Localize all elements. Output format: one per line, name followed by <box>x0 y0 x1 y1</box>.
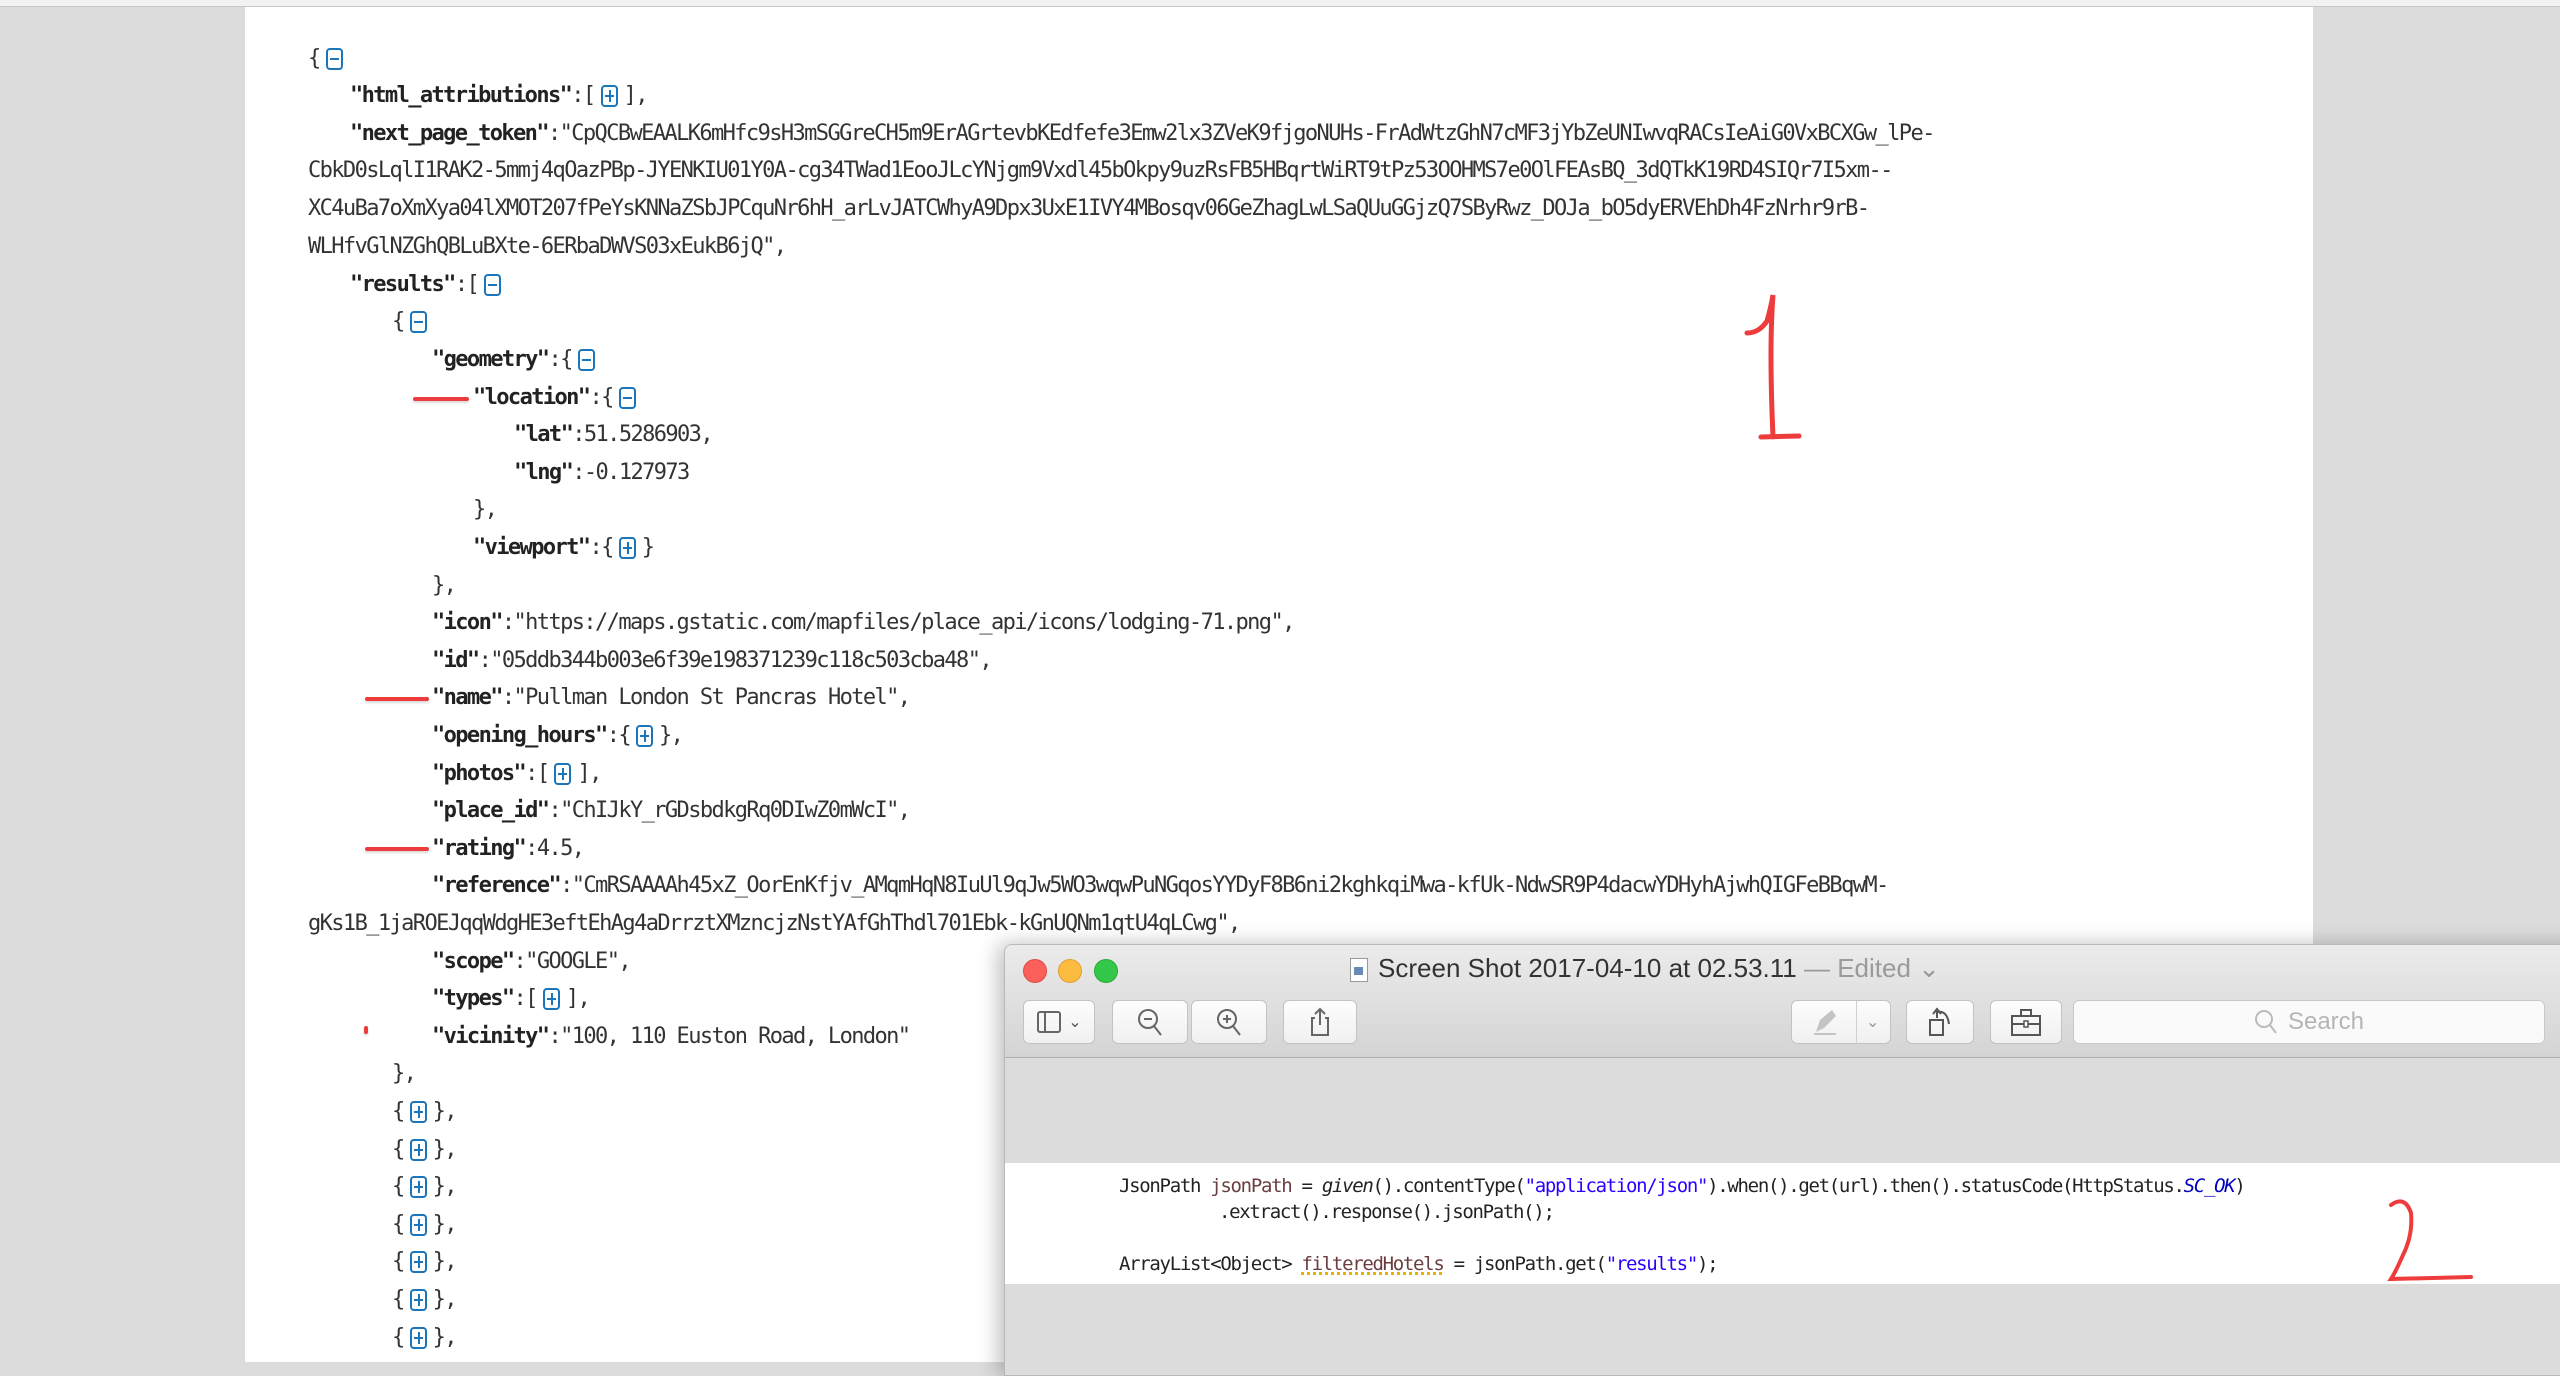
annotation-number-one <box>1744 294 1802 440</box>
chevron-down-icon[interactable]: ⌄ <box>1911 953 1940 983</box>
json-result-item-open: { <box>392 303 433 340</box>
preview-titlebar[interactable]: Screen Shot 2017-04-10 at 02.53.11 — Edi… <box>1005 945 2560 1058</box>
expand-opening-hours-toggle[interactable] <box>635 725 653 747</box>
json-collapsed-result-item: {}, <box>392 1324 458 1350</box>
json-next-page-token-line: "next_page_token":"CpQCBwEAALK6mHfc9sH3m… <box>350 121 1935 146</box>
json-lat-line: "lat":51.5286903, <box>514 422 714 447</box>
json-root-line: { <box>308 40 349 77</box>
expand-result-item-toggle[interactable] <box>409 1289 427 1311</box>
highlight-mark-location <box>413 397 469 401</box>
collapse-result-item-toggle[interactable] <box>409 311 427 333</box>
json-token-continuation-2: XC4uBa7oXmXya04lXMOT207fPeYsKNNaZSbJPCqu… <box>308 196 1870 221</box>
highlight-mark-name <box>365 697 429 701</box>
json-types-line: "types":[], <box>432 986 591 1011</box>
markup-chevron-icon[interactable]: ⌄ <box>1866 1012 1879 1032</box>
collapse-root-toggle[interactable] <box>325 48 343 70</box>
highlight-mark-vicinity <box>364 1026 368 1034</box>
expand-photos-toggle[interactable] <box>554 763 572 785</box>
json-token-continuation-3: WLHfvGlNZGhQBLuBXte-6ERbaDWVS03xEukB6jQ"… <box>308 234 787 259</box>
expand-result-item-toggle[interactable] <box>409 1138 427 1161</box>
json-location-line: "location":{ <box>473 379 642 416</box>
json-id-line: "id":"05ddb344b003e6f39e198371239c118c50… <box>432 648 993 673</box>
json-geometry-line: "geometry":{ <box>432 341 601 378</box>
json-viewport-line: "viewport":{} <box>473 535 655 560</box>
json-photos-line: "photos":[], <box>432 761 602 786</box>
zoom-in-icon <box>1217 1009 1241 1036</box>
code-line-jsonpath: JsonPath jsonPath = given().contentType(… <box>1119 1175 2246 1197</box>
pen-icon <box>1814 1010 1836 1035</box>
zoom-in-button[interactable] <box>1191 1000 1267 1044</box>
search-icon <box>2254 1010 2277 1034</box>
annotation-number-two <box>2387 1199 2473 1282</box>
json-token-continuation-1: CbkD0sLqlI1RAK2-5mmj4qOazPBp-JYENKIU01Y0… <box>308 158 1893 183</box>
toolbox-button[interactable] <box>1990 1000 2062 1044</box>
json-opening-hours-line: "opening_hours":{}, <box>432 723 684 748</box>
rotate-left-icon <box>1929 1007 1950 1036</box>
json-result-item-close: }, <box>392 1061 417 1086</box>
expand-html-attributions-toggle[interactable] <box>600 85 618 107</box>
json-rating-line: "rating":4.5, <box>432 836 585 861</box>
collapse-results-toggle[interactable] <box>484 274 502 296</box>
json-reference-line: "reference":"CmRSAAAAh45xZ_OorEnKfjv_AMq… <box>432 873 1889 898</box>
expand-result-item-toggle[interactable] <box>409 1326 427 1349</box>
json-reference-continuation: gKs1B_1jaROEJqqWdgHE3eftEhAg4aDrrztXMznc… <box>308 911 1241 936</box>
sidebar-icon <box>1037 1011 1062 1033</box>
json-vicinity-line: "vicinity":"100, 110 Euston Road, London… <box>432 1024 911 1049</box>
search-field[interactable]: Search <box>2073 1000 2545 1044</box>
json-collapsed-result-item: {}, <box>392 1211 458 1237</box>
rotate-button[interactable] <box>1906 1000 1974 1044</box>
json-html-attributions-line: "html_attributions":[], <box>350 83 648 108</box>
json-scope-line: "scope":"GOOGLE", <box>432 949 632 974</box>
json-place-id-line: "place_id":"ChIJkY_rGDsbdkgRq0DIwZ0mWcI"… <box>432 798 911 823</box>
json-collapsed-result-item: {}, <box>392 1136 458 1162</box>
json-name-line: "name":"Pullman London St Pancras Hotel"… <box>432 685 911 710</box>
json-lng-line: "lng":-0.127973 <box>514 460 690 485</box>
json-collapsed-result-item: {}, <box>392 1099 458 1124</box>
json-collapsed-result-item: {}, <box>392 1287 458 1312</box>
top-edge <box>0 0 2560 7</box>
json-icon-line: "icon":"https://maps.gstatic.com/mapfile… <box>432 610 1295 635</box>
collapse-geometry-toggle[interactable] <box>577 349 595 371</box>
json-collapsed-result-item: {}, <box>392 1174 458 1200</box>
markup-button[interactable]: ⌄ <box>1791 1000 1891 1044</box>
window-title: Screen Shot 2017-04-10 at 02.53.11 — Edi… <box>1005 953 2560 984</box>
document-icon <box>1350 958 1369 983</box>
zoom-out-button[interactable] <box>1112 1000 1188 1044</box>
expand-result-item-toggle[interactable] <box>409 1251 427 1274</box>
expand-result-item-toggle[interactable] <box>409 1176 427 1199</box>
highlight-mark-rating <box>365 847 429 851</box>
share-button[interactable] <box>1283 1000 1357 1044</box>
previewed-image-code: JsonPath jsonPath = given().contentType(… <box>1005 1163 2560 1284</box>
code-line-extract: .extract().response().jsonPath(); <box>1219 1201 1555 1223</box>
sidebar-view-button[interactable]: ⌄ <box>1023 1000 1095 1044</box>
expand-result-item-toggle[interactable] <box>409 1213 427 1236</box>
json-collapsed-result-item: {}, <box>392 1249 458 1275</box>
expand-types-toggle[interactable] <box>542 988 560 1010</box>
zoom-out-icon <box>1138 1009 1162 1036</box>
share-icon <box>1311 1007 1329 1036</box>
collapse-location-toggle[interactable] <box>618 387 636 409</box>
expand-result-item-toggle[interactable] <box>409 1101 427 1123</box>
json-location-close: }, <box>473 497 498 522</box>
edited-menu[interactable]: Edited <box>1837 953 1911 983</box>
preview-window: Screen Shot 2017-04-10 at 02.53.11 — Edi… <box>1004 944 2560 1376</box>
expand-viewport-toggle[interactable] <box>618 537 636 559</box>
toolbox-icon <box>2011 1009 2041 1036</box>
json-results-line: "results":[ <box>350 266 507 303</box>
code-line-filtered-hotels: ArrayList<Object> filteredHotels = jsonP… <box>1119 1253 1719 1275</box>
json-geometry-close: }, <box>432 573 457 598</box>
